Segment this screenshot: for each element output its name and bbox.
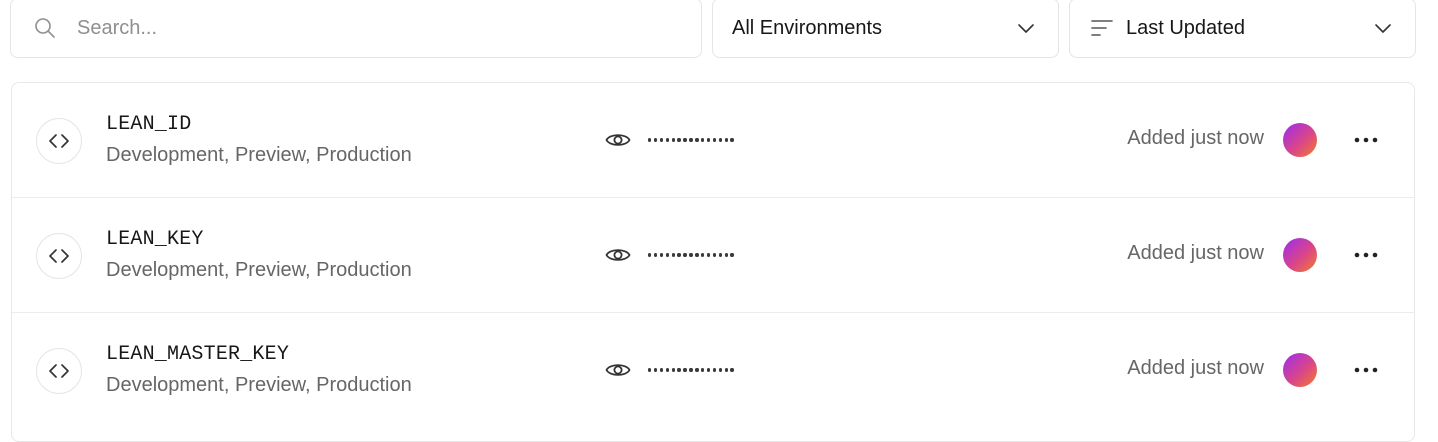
code-brackets-icon (36, 233, 82, 279)
eye-icon[interactable] (603, 127, 633, 153)
mask-dot (712, 253, 717, 257)
mask-dot (730, 368, 734, 372)
variable-environments: Development, Preview, Production (106, 259, 412, 281)
added-timestamp: Added just now (1127, 242, 1264, 264)
mask-dot (724, 368, 728, 372)
mask-dot (689, 368, 693, 372)
mask-dot (701, 138, 705, 142)
mask-dot (653, 368, 658, 372)
more-options-button[interactable] (1350, 125, 1382, 155)
variable-environments: Development, Preview, Production (106, 374, 412, 396)
mask-dot (671, 138, 675, 142)
mask-dot (659, 368, 664, 372)
sort-select-label: Last Updated (1126, 16, 1245, 39)
mask-dot (683, 138, 687, 142)
masked-value (648, 242, 734, 268)
avatar[interactable] (1283, 123, 1317, 157)
mask-dot (724, 138, 728, 142)
mask-dot (689, 138, 693, 142)
sort-lines-icon (1090, 16, 1114, 40)
more-options-button[interactable] (1350, 355, 1382, 385)
mask-dot (712, 368, 717, 372)
environment-select[interactable]: All Environments (712, 0, 1059, 58)
mask-dot (701, 253, 705, 257)
mask-dot (677, 138, 681, 142)
mask-dot (706, 138, 711, 142)
mask-dot (671, 368, 675, 372)
eye-icon[interactable] (603, 357, 633, 383)
avatar[interactable] (1283, 353, 1317, 387)
variable-name: LEAN_MASTER_KEY (106, 343, 290, 366)
search-field[interactable] (10, 0, 702, 58)
mask-dot (677, 253, 681, 257)
environment-variable-list: LEAN_ID Development, Preview, Production… (11, 82, 1415, 442)
avatar[interactable] (1283, 238, 1317, 272)
mask-dot (695, 368, 699, 372)
eye-icon[interactable] (603, 242, 633, 268)
chevron-down-icon (1016, 19, 1036, 39)
mask-dot (659, 253, 664, 257)
code-brackets-icon (36, 118, 82, 164)
more-horizontal-icon (1354, 367, 1378, 373)
mask-dot (648, 368, 652, 372)
mask-dot (701, 368, 705, 372)
mask-dot (648, 253, 652, 257)
variable-name: LEAN_KEY (106, 228, 204, 251)
added-timestamp: Added just now (1127, 127, 1264, 149)
mask-dot (653, 253, 658, 257)
mask-dot (718, 138, 723, 142)
mask-dot (683, 368, 687, 372)
mask-dot (695, 138, 699, 142)
mask-dot (730, 253, 734, 257)
search-input[interactable] (77, 16, 657, 40)
mask-dot (677, 368, 681, 372)
sort-select[interactable]: Last Updated (1069, 0, 1416, 58)
mask-dot (712, 138, 717, 142)
mask-dot (730, 138, 734, 142)
more-horizontal-icon (1354, 137, 1378, 143)
variable-environments: Development, Preview, Production (106, 144, 412, 166)
variable-name: LEAN_ID (106, 113, 192, 136)
mask-dot (665, 368, 670, 372)
mask-dot (648, 138, 652, 142)
code-brackets-icon (36, 348, 82, 394)
mask-dot (718, 253, 723, 257)
mask-dot (724, 253, 728, 257)
more-horizontal-icon (1354, 252, 1378, 258)
mask-dot (689, 253, 693, 257)
list-item[interactable]: LEAN_ID Development, Preview, Production… (12, 83, 1414, 198)
mask-dot (671, 253, 675, 257)
masked-value (648, 357, 734, 383)
mask-dot (653, 138, 658, 142)
mask-dot (706, 368, 711, 372)
mask-dot (706, 253, 711, 257)
mask-dot (665, 138, 670, 142)
search-icon (33, 16, 57, 40)
mask-dot (718, 368, 723, 372)
chevron-down-icon (1373, 19, 1393, 39)
mask-dot (659, 138, 664, 142)
added-timestamp: Added just now (1127, 357, 1264, 379)
mask-dot (683, 253, 687, 257)
more-options-button[interactable] (1350, 240, 1382, 270)
list-item[interactable]: LEAN_MASTER_KEY Development, Preview, Pr… (12, 313, 1414, 428)
list-item[interactable]: LEAN_KEY Development, Preview, Productio… (12, 198, 1414, 313)
environment-select-label: All Environments (732, 16, 883, 39)
mask-dot (665, 253, 670, 257)
mask-dot (695, 253, 699, 257)
masked-value (648, 127, 734, 153)
